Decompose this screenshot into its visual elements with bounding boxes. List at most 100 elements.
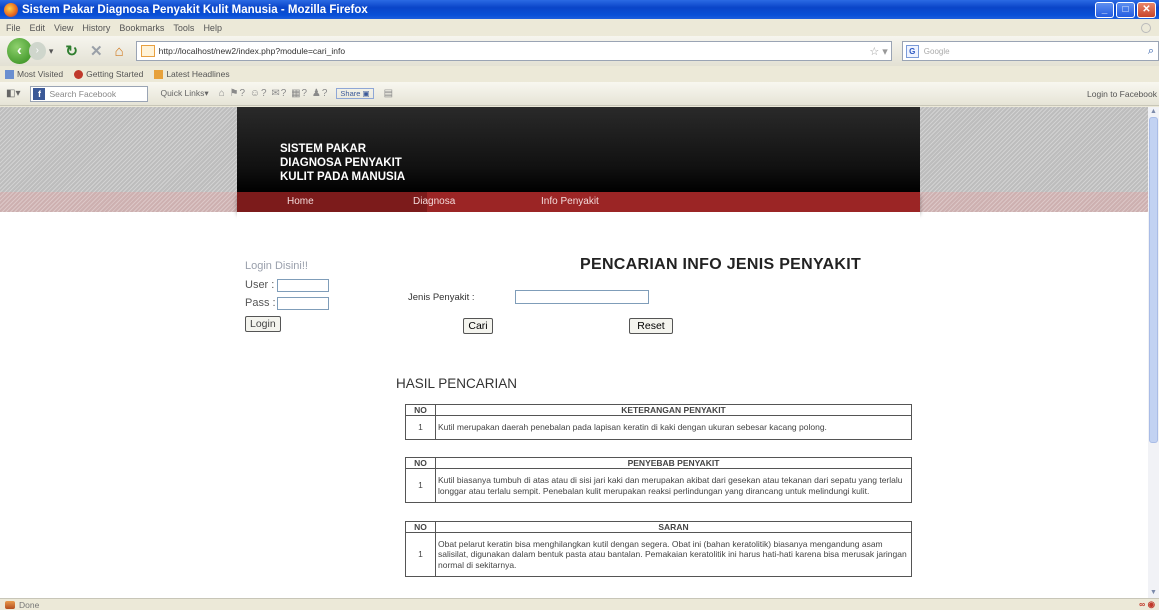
status-text: Done: [19, 599, 40, 610]
window-title: Sistem Pakar Diagnosa Penyakit Kulit Man…: [22, 3, 368, 16]
bookmark-label: Latest Headlines: [166, 69, 230, 79]
quick-links-label: Quick Links: [160, 88, 205, 98]
site-header: SISTEM PAKAR DIAGNOSA PENYAKIT KULIT PAD…: [237, 107, 920, 192]
col-no: NO: [405, 521, 436, 533]
bookmark-latest-headlines[interactable]: Latest Headlines: [154, 69, 230, 79]
pass-label: Pass :: [245, 297, 277, 309]
history-dropdown-icon[interactable]: ▾: [49, 46, 54, 57]
menu-bar: File Edit View History Bookmarks Tools H…: [0, 19, 1159, 36]
search-placeholder[interactable]: Google: [924, 47, 1148, 56]
pass-label-text: Pass: [245, 297, 270, 309]
colon: :: [272, 297, 276, 309]
reload-icon[interactable]: ↻: [65, 42, 78, 60]
col-saran: SARAN: [435, 521, 912, 533]
share-label: Share: [340, 89, 361, 98]
user-label: User :: [245, 279, 277, 291]
saran-table: NO SARAN 1 Obat pelarut keratin bisa men…: [405, 521, 912, 577]
search-bar[interactable]: G Google ⌕: [901, 41, 1159, 61]
page-title: PENCARIAN INFO JENIS PENYAKIT: [580, 256, 862, 273]
search-icon[interactable]: ⌕: [1148, 45, 1154, 58]
menu-view[interactable]: View: [54, 23, 73, 33]
cari-button[interactable]: Cari: [463, 318, 493, 334]
facebook-icon: f: [33, 87, 46, 100]
jenis-penyakit-label: Jenis Penyakit :: [408, 292, 475, 303]
bookmark-getting-started[interactable]: Getting Started: [74, 69, 143, 79]
site-logo: SISTEM PAKAR DIAGNOSA PENYAKIT KULIT PAD…: [280, 142, 405, 184]
row-number: 1: [405, 468, 436, 503]
menu-file[interactable]: File: [6, 23, 21, 33]
throbber-icon: [1141, 22, 1151, 33]
logo-line-3: KULIT PADA MANUSIA: [280, 171, 406, 183]
bookmark-most-visited[interactable]: Most Visited: [5, 69, 63, 79]
bookmark-label: Most Visited: [17, 69, 64, 79]
reset-button[interactable]: Reset: [629, 318, 673, 334]
pass-input[interactable]: [277, 296, 329, 310]
col-keterangan: KETERANGAN PENYAKIT: [435, 404, 912, 416]
saran-text: Obat pelarut keratin bisa menghilangkan …: [435, 532, 912, 577]
table-row: 1 Kutil biasanya tumbuh di atas atau di …: [405, 468, 912, 503]
menu-tools[interactable]: Tools: [173, 23, 194, 33]
main-content: Login Disini!! User : Pass : Login PENCA…: [237, 212, 920, 598]
col-no: NO: [405, 457, 436, 469]
row-number: 1: [405, 415, 436, 440]
scroll-down-arrow-icon[interactable]: ▼: [1148, 588, 1159, 598]
vertical-scrollbar[interactable]: ▲ ▼: [1148, 107, 1159, 598]
site-nav: Home Diagnosa Info Penyakit: [237, 192, 920, 212]
bookmark-star-icon[interactable]: ☆ ▾: [869, 45, 887, 58]
scroll-up-arrow-icon[interactable]: ▲: [1148, 107, 1159, 117]
page-status-icon: [5, 600, 15, 609]
share-button[interactable]: Share ▣: [336, 88, 374, 99]
facebook-notification-icons[interactable]: ⌂ ⚑? ☺? ✉? ▦? ♟?: [219, 88, 329, 99]
nav-home[interactable]: Home: [287, 196, 314, 207]
menu-edit[interactable]: Edit: [30, 23, 46, 33]
close-button[interactable]: ✕: [1137, 1, 1156, 18]
bookmark-label: Getting Started: [86, 69, 144, 79]
row-number: 1: [405, 532, 436, 577]
colon: :: [271, 279, 275, 291]
table-row: 1 Obat pelarut keratin bisa menghilangka…: [405, 532, 912, 577]
site-identity-icon[interactable]: [140, 45, 155, 57]
home-icon[interactable]: ⌂: [115, 43, 124, 60]
addon-status-icons[interactable]: ∞ ◉: [1139, 599, 1155, 610]
penyebab-table: NO PENYEBAB PENYAKIT 1 Kutil biasanya tu…: [405, 457, 912, 503]
results-heading: HASIL PENCARIAN: [396, 376, 518, 391]
scrollbar-thumb[interactable]: [1149, 117, 1158, 443]
login-title: Login Disini!!: [245, 260, 308, 272]
facebook-search-field[interactable]: f Search Facebook: [30, 85, 149, 102]
nav-info-penyakit[interactable]: Info Penyakit: [541, 196, 599, 207]
menu-history[interactable]: History: [82, 23, 110, 33]
google-engine-icon[interactable]: G: [905, 44, 919, 58]
user-label-text: User: [245, 279, 269, 291]
bookmarks-toolbar: Most Visited Getting Started Latest Head…: [0, 66, 1159, 82]
nav-diagnosa[interactable]: Diagnosa: [413, 196, 455, 207]
navigation-toolbar: ‹ › ▾ ↻ ✕ ⌂ http://localhost/new2/index.…: [0, 36, 1159, 66]
forward-button[interactable]: ›: [28, 42, 46, 60]
minimize-button[interactable]: _: [1095, 1, 1114, 18]
menu-bookmarks[interactable]: Bookmarks: [119, 23, 164, 33]
menu-help[interactable]: Help: [203, 23, 222, 33]
chart-icon: [5, 69, 14, 79]
page-viewport: SISTEM PAKAR DIAGNOSA PENYAKIT KULIT PAD…: [0, 107, 1148, 598]
url-text[interactable]: http://localhost/new2/index.php?module=c…: [159, 46, 870, 56]
logo-line-2: DIAGNOSA PENYAKIT: [280, 157, 402, 169]
keterangan-table: NO KETERANGAN PENYAKIT 1 Kutil merupakan…: [405, 404, 912, 440]
quick-links-menu[interactable]: Quick Links▾: [160, 88, 208, 99]
toolbar-menu-icon[interactable]: ◧▾: [6, 88, 20, 99]
firefox-small-icon: [74, 69, 84, 79]
keterangan-text: Kutil merupakan daerah penebalan pada la…: [435, 415, 912, 440]
col-penyebab: PENYEBAB PENYAKIT: [435, 457, 912, 469]
login-panel: Login Disini!! User : Pass : Login: [245, 260, 329, 332]
maximize-button[interactable]: □: [1116, 1, 1135, 18]
rss-feed-icon: [154, 69, 164, 79]
firefox-icon: [4, 2, 18, 17]
login-button[interactable]: Login: [245, 316, 281, 332]
jenis-penyakit-input[interactable]: [515, 290, 649, 304]
url-bar[interactable]: http://localhost/new2/index.php?module=c…: [135, 41, 892, 61]
stop-icon[interactable]: ✕: [90, 42, 103, 60]
user-input[interactable]: [277, 278, 329, 292]
photo-icon[interactable]: ▤: [384, 88, 394, 99]
table-row: 1 Kutil merupakan daerah penebalan pada …: [405, 415, 912, 440]
facebook-login-link[interactable]: Login to Facebook: [1087, 89, 1157, 99]
status-bar: Done ∞ ◉: [0, 598, 1159, 610]
penyebab-text: Kutil biasanya tumbuh di atas atau di si…: [435, 468, 912, 503]
